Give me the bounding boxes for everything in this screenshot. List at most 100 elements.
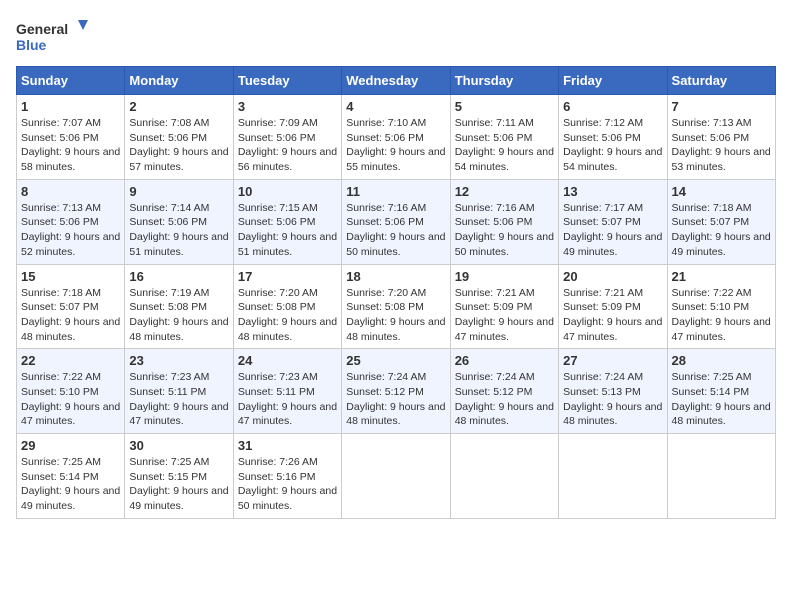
calendar-cell: 18 Sunrise: 7:20 AM Sunset: 5:08 PM Dayli…	[342, 264, 450, 349]
weekday-header-saturday: Saturday	[667, 67, 775, 95]
calendar-cell	[450, 434, 558, 519]
day-detail: Sunrise: 7:24 AM Sunset: 5:13 PM Dayligh…	[563, 370, 662, 429]
weekday-header-monday: Monday	[125, 67, 233, 95]
calendar-cell: 15 Sunrise: 7:18 AM Sunset: 5:07 PM Dayli…	[17, 264, 125, 349]
day-detail: Sunrise: 7:09 AM Sunset: 5:06 PM Dayligh…	[238, 116, 337, 175]
calendar-cell: 26 Sunrise: 7:24 AM Sunset: 5:12 PM Dayli…	[450, 349, 558, 434]
calendar-cell: 29 Sunrise: 7:25 AM Sunset: 5:14 PM Dayli…	[17, 434, 125, 519]
logo: GeneralBlue	[16, 16, 96, 56]
logo-svg: GeneralBlue	[16, 16, 96, 56]
day-number: 25	[346, 353, 445, 368]
day-number: 14	[672, 184, 771, 199]
day-number: 19	[455, 269, 554, 284]
day-number: 18	[346, 269, 445, 284]
day-detail: Sunrise: 7:24 AM Sunset: 5:12 PM Dayligh…	[346, 370, 445, 429]
calendar-cell	[667, 434, 775, 519]
day-number: 23	[129, 353, 228, 368]
day-number: 2	[129, 99, 228, 114]
weekday-header-thursday: Thursday	[450, 67, 558, 95]
day-detail: Sunrise: 7:08 AM Sunset: 5:06 PM Dayligh…	[129, 116, 228, 175]
day-detail: Sunrise: 7:18 AM Sunset: 5:07 PM Dayligh…	[672, 201, 771, 260]
calendar-cell: 30 Sunrise: 7:25 AM Sunset: 5:15 PM Dayli…	[125, 434, 233, 519]
calendar-table: SundayMondayTuesdayWednesdayThursdayFrid…	[16, 66, 776, 519]
svg-text:General: General	[16, 21, 68, 37]
calendar-cell: 20Sunrise: 7:21 AM Sunset: 5:09 PM Dayli…	[559, 264, 667, 349]
day-detail: Sunrise: 7:25 AM Sunset: 5:14 PM Dayligh…	[21, 455, 120, 514]
day-detail: Sunrise: 7:10 AM Sunset: 5:06 PM Dayligh…	[346, 116, 445, 175]
calendar-cell: 4 Sunrise: 7:10 AM Sunset: 5:06 PM Daylig…	[342, 95, 450, 180]
calendar-cell: 19 Sunrise: 7:21 AM Sunset: 5:09 PM Dayli…	[450, 264, 558, 349]
day-detail: Sunrise: 7:24 AM Sunset: 5:12 PM Dayligh…	[455, 370, 554, 429]
calendar-cell: 10 Sunrise: 7:15 AM Sunset: 5:06 PM Dayli…	[233, 179, 341, 264]
day-detail: Sunrise: 7:15 AM Sunset: 5:06 PM Dayligh…	[238, 201, 337, 260]
day-number: 6	[563, 99, 662, 114]
day-number: 10	[238, 184, 337, 199]
day-number: 16	[129, 269, 228, 284]
calendar-week-row: 15 Sunrise: 7:18 AM Sunset: 5:07 PM Dayli…	[17, 264, 776, 349]
calendar-cell: 9Sunrise: 7:14 AM Sunset: 5:06 PM Daylig…	[125, 179, 233, 264]
weekday-header-sunday: Sunday	[17, 67, 125, 95]
day-number: 7	[672, 99, 771, 114]
calendar-cell: 25 Sunrise: 7:24 AM Sunset: 5:12 PM Dayli…	[342, 349, 450, 434]
day-number: 21	[672, 269, 771, 284]
weekday-header-row: SundayMondayTuesdayWednesdayThursdayFrid…	[17, 67, 776, 95]
day-number: 1	[21, 99, 120, 114]
calendar-cell: 23Sunrise: 7:23 AM Sunset: 5:11 PM Dayli…	[125, 349, 233, 434]
calendar-cell: 11Sunrise: 7:16 AM Sunset: 5:06 PM Dayli…	[342, 179, 450, 264]
day-detail: Sunrise: 7:13 AM Sunset: 5:06 PM Dayligh…	[672, 116, 771, 175]
calendar-week-row: 8 Sunrise: 7:13 AM Sunset: 5:06 PM Daylig…	[17, 179, 776, 264]
day-detail: Sunrise: 7:25 AM Sunset: 5:15 PM Dayligh…	[129, 455, 228, 514]
day-detail: Sunrise: 7:13 AM Sunset: 5:06 PM Dayligh…	[21, 201, 120, 260]
weekday-header-tuesday: Tuesday	[233, 67, 341, 95]
calendar-cell: 6Sunrise: 7:12 AM Sunset: 5:06 PM Daylig…	[559, 95, 667, 180]
calendar-week-row: 1 Sunrise: 7:07 AM Sunset: 5:06 PM Daylig…	[17, 95, 776, 180]
day-number: 17	[238, 269, 337, 284]
calendar-cell	[342, 434, 450, 519]
day-number: 24	[238, 353, 337, 368]
day-number: 13	[563, 184, 662, 199]
calendar-cell: 7 Sunrise: 7:13 AM Sunset: 5:06 PM Daylig…	[667, 95, 775, 180]
day-number: 8	[21, 184, 120, 199]
calendar-cell: 28Sunrise: 7:25 AM Sunset: 5:14 PM Dayli…	[667, 349, 775, 434]
calendar-week-row: 29 Sunrise: 7:25 AM Sunset: 5:14 PM Dayli…	[17, 434, 776, 519]
day-detail: Sunrise: 7:22 AM Sunset: 5:10 PM Dayligh…	[21, 370, 120, 429]
calendar-cell: 13 Sunrise: 7:17 AM Sunset: 5:07 PM Dayli…	[559, 179, 667, 264]
day-detail: Sunrise: 7:16 AM Sunset: 5:06 PM Dayligh…	[346, 201, 445, 260]
day-number: 4	[346, 99, 445, 114]
calendar-cell: 21 Sunrise: 7:22 AM Sunset: 5:10 PM Dayli…	[667, 264, 775, 349]
day-number: 30	[129, 438, 228, 453]
calendar-cell: 22 Sunrise: 7:22 AM Sunset: 5:10 PM Dayli…	[17, 349, 125, 434]
day-detail: Sunrise: 7:19 AM Sunset: 5:08 PM Dayligh…	[129, 286, 228, 345]
day-detail: Sunrise: 7:21 AM Sunset: 5:09 PM Dayligh…	[455, 286, 554, 345]
day-detail: Sunrise: 7:18 AM Sunset: 5:07 PM Dayligh…	[21, 286, 120, 345]
day-detail: Sunrise: 7:20 AM Sunset: 5:08 PM Dayligh…	[346, 286, 445, 345]
day-detail: Sunrise: 7:22 AM Sunset: 5:10 PM Dayligh…	[672, 286, 771, 345]
calendar-cell: 31Sunrise: 7:26 AM Sunset: 5:16 PM Dayli…	[233, 434, 341, 519]
calendar-cell: 17 Sunrise: 7:20 AM Sunset: 5:08 PM Dayli…	[233, 264, 341, 349]
day-number: 22	[21, 353, 120, 368]
weekday-header-friday: Friday	[559, 67, 667, 95]
day-number: 26	[455, 353, 554, 368]
day-number: 5	[455, 99, 554, 114]
day-number: 20	[563, 269, 662, 284]
day-number: 29	[21, 438, 120, 453]
calendar-cell: 24 Sunrise: 7:23 AM Sunset: 5:11 PM Dayli…	[233, 349, 341, 434]
calendar-cell: 16 Sunrise: 7:19 AM Sunset: 5:08 PM Dayli…	[125, 264, 233, 349]
day-detail: Sunrise: 7:23 AM Sunset: 5:11 PM Dayligh…	[238, 370, 337, 429]
calendar-cell: 12Sunrise: 7:16 AM Sunset: 5:06 PM Dayli…	[450, 179, 558, 264]
calendar-cell: 2 Sunrise: 7:08 AM Sunset: 5:06 PM Daylig…	[125, 95, 233, 180]
calendar-cell: 1 Sunrise: 7:07 AM Sunset: 5:06 PM Daylig…	[17, 95, 125, 180]
day-number: 27	[563, 353, 662, 368]
calendar-cell: 8 Sunrise: 7:13 AM Sunset: 5:06 PM Daylig…	[17, 179, 125, 264]
day-detail: Sunrise: 7:07 AM Sunset: 5:06 PM Dayligh…	[21, 116, 120, 175]
day-detail: Sunrise: 7:11 AM Sunset: 5:06 PM Dayligh…	[455, 116, 554, 175]
day-number: 28	[672, 353, 771, 368]
day-number: 31	[238, 438, 337, 453]
day-number: 15	[21, 269, 120, 284]
header: GeneralBlue	[16, 16, 776, 56]
calendar-cell: 5 Sunrise: 7:11 AM Sunset: 5:06 PM Daylig…	[450, 95, 558, 180]
day-detail: Sunrise: 7:17 AM Sunset: 5:07 PM Dayligh…	[563, 201, 662, 260]
calendar-cell: 14 Sunrise: 7:18 AM Sunset: 5:07 PM Dayli…	[667, 179, 775, 264]
calendar-cell: 27 Sunrise: 7:24 AM Sunset: 5:13 PM Dayli…	[559, 349, 667, 434]
day-detail: Sunrise: 7:20 AM Sunset: 5:08 PM Dayligh…	[238, 286, 337, 345]
